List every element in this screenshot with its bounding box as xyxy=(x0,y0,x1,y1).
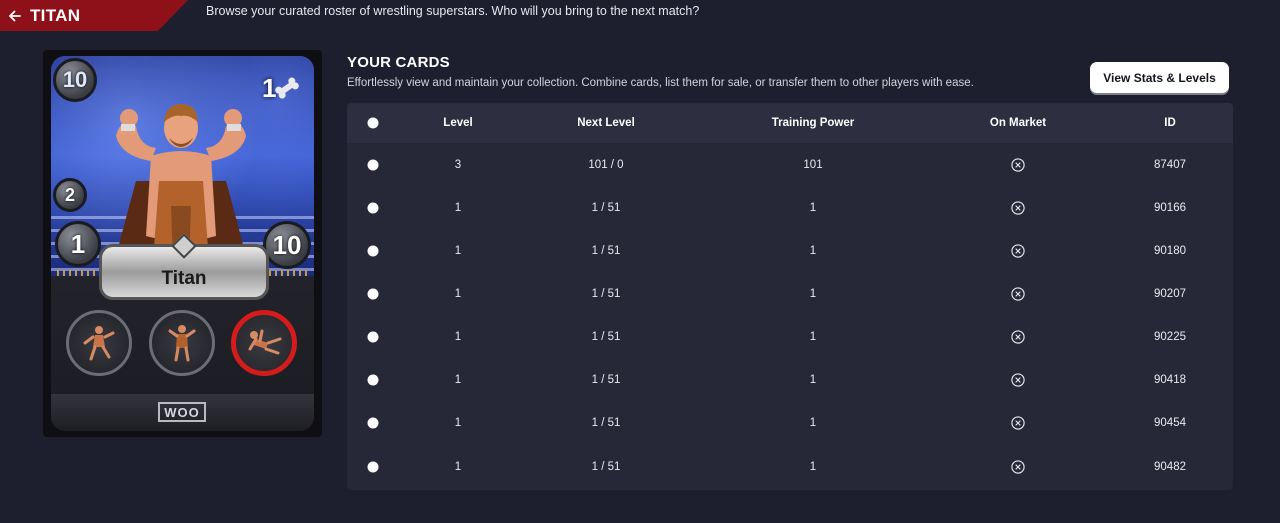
row-next-level: 101 / 0 xyxy=(588,159,624,171)
cards-table: Level Next Level Training Power On Marke… xyxy=(347,103,1233,490)
select-all-radio[interactable] xyxy=(367,117,379,129)
wrestler-move-icon xyxy=(83,326,115,361)
row-next-level: 1 / 51 xyxy=(591,417,621,429)
page-title: TITAN xyxy=(30,5,81,25)
row-training-power: 1 xyxy=(809,331,817,343)
arrow-left-icon xyxy=(9,10,21,21)
lower-left-stat-value: 1 xyxy=(70,228,86,259)
move-slot-3[interactable] xyxy=(231,310,297,376)
mid-left-stat: 2 xyxy=(53,178,87,212)
not-on-market-icon xyxy=(1011,373,1025,387)
move-slot-1[interactable] xyxy=(66,310,132,376)
row-id: 90180 xyxy=(1154,245,1186,257)
row-training-power: 1 xyxy=(809,374,817,386)
bone-icon xyxy=(275,77,300,99)
lower-right-stat: 10 xyxy=(263,221,311,269)
mid-left-stat-value: 2 xyxy=(64,184,75,205)
column-header-next-level: Next Level xyxy=(577,117,635,129)
row-id: 90225 xyxy=(1154,331,1186,343)
row-next-level: 1 / 51 xyxy=(591,288,621,300)
card-dots-left xyxy=(57,270,97,276)
column-header-level: Level xyxy=(443,117,473,129)
row-training-power: 1 xyxy=(809,417,817,429)
row-training-power: 1 xyxy=(809,288,817,300)
row-level: 3 xyxy=(454,159,462,171)
bone-badge: 1 xyxy=(258,70,314,106)
row-select-radio[interactable] xyxy=(367,417,379,429)
row-training-power: 1 xyxy=(809,202,817,214)
row-next-level: 1 / 51 xyxy=(591,245,621,257)
row-select-radio[interactable] xyxy=(367,245,379,257)
not-on-market-icon xyxy=(1011,416,1025,430)
row-training-power: 1 xyxy=(809,461,817,473)
row-select-radio[interactable] xyxy=(367,159,379,171)
row-level: 1 xyxy=(454,374,462,386)
row-level: 1 xyxy=(454,331,462,343)
row-level: 1 xyxy=(454,461,462,473)
not-on-market-icon xyxy=(1011,158,1025,172)
column-header-id: ID xyxy=(1164,117,1176,129)
row-id: 90207 xyxy=(1154,288,1186,300)
row-level: 1 xyxy=(454,288,462,300)
card-name: Titan xyxy=(161,268,207,289)
row-next-level: 1 / 51 xyxy=(591,331,621,343)
row-training-power: 101 xyxy=(803,159,823,171)
woo-logo: WOO xyxy=(158,402,206,422)
column-header-training-power: Training Power xyxy=(771,117,855,129)
not-on-market-icon xyxy=(1011,287,1025,301)
flying-kick-icon xyxy=(248,329,282,355)
row-id: 90454 xyxy=(1154,417,1186,429)
row-level: 1 xyxy=(454,417,462,429)
not-on-market-icon xyxy=(1011,244,1025,258)
row-select-radio[interactable] xyxy=(367,461,379,473)
move-slot-2[interactable] xyxy=(149,310,215,376)
not-on-market-icon xyxy=(1011,201,1025,215)
table-header: Level Next Level Training Power On Marke… xyxy=(347,103,1233,143)
row-id: 90166 xyxy=(1154,202,1186,214)
row-select-radio[interactable] xyxy=(367,331,379,343)
row-id: 87407 xyxy=(1154,159,1186,171)
row-id: 90482 xyxy=(1154,461,1186,473)
section-description: Effortlessly view and maintain your coll… xyxy=(347,77,974,89)
page-subtitle: Browse your curated roster of wrestling … xyxy=(206,4,700,18)
card-dots-right xyxy=(269,270,309,276)
top-left-stat: 10 xyxy=(53,58,97,102)
lower-right-stat-value: 10 xyxy=(272,229,302,260)
row-id: 90418 xyxy=(1154,374,1186,386)
wrestler-card[interactable]: 10 1 2 1 10 Titan WOO xyxy=(51,56,314,431)
row-next-level: 1 / 51 xyxy=(591,374,621,386)
row-select-radio[interactable] xyxy=(367,288,379,300)
view-stats-button[interactable]: View Stats & Levels xyxy=(1090,62,1229,93)
row-select-radio[interactable] xyxy=(367,202,379,214)
row-select-radio[interactable] xyxy=(367,374,379,386)
top-left-stat-value: 10 xyxy=(62,67,88,92)
championship-belt: Titan xyxy=(99,233,269,300)
lower-left-stat: 1 xyxy=(55,221,101,267)
not-on-market-icon xyxy=(1011,330,1025,344)
row-training-power: 1 xyxy=(809,245,817,257)
row-next-level: 1 / 51 xyxy=(591,202,621,214)
wrestler-pose-icon xyxy=(168,325,196,362)
not-on-market-icon xyxy=(1011,460,1025,474)
row-next-level: 1 / 51 xyxy=(591,461,621,473)
column-header-on-market: On Market xyxy=(989,117,1047,129)
back-button[interactable]: TITAN xyxy=(0,0,188,31)
section-title: YOUR CARDS xyxy=(347,54,450,71)
row-level: 1 xyxy=(454,202,462,214)
row-level: 1 xyxy=(454,245,462,257)
